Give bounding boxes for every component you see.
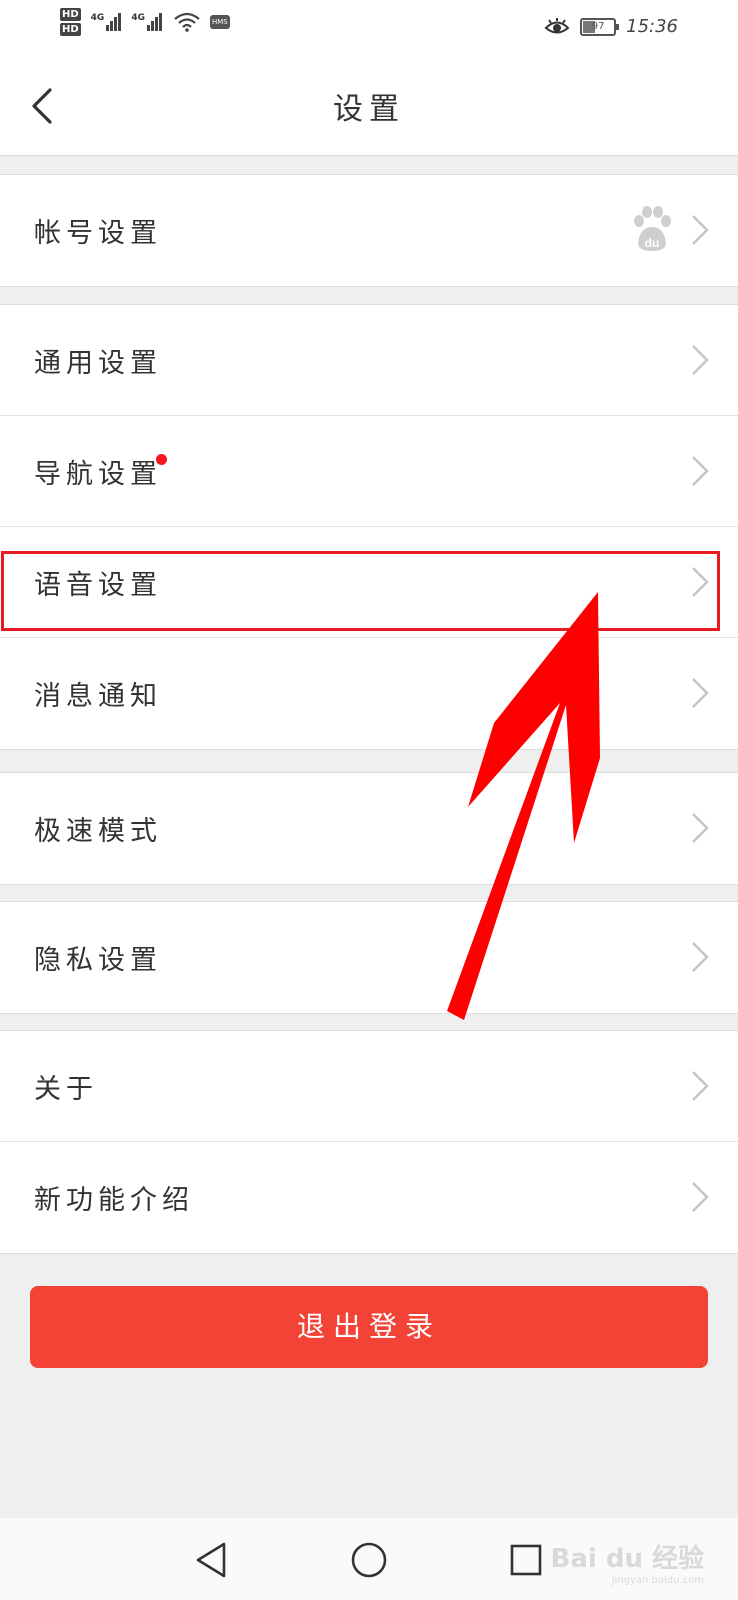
chevron-right-icon bbox=[692, 678, 709, 708]
signal1-icon: 4G bbox=[91, 13, 122, 31]
chevron-right-icon bbox=[692, 942, 709, 972]
chevron-right-icon bbox=[692, 813, 709, 843]
chevron-right-icon bbox=[692, 567, 709, 597]
signal2-icon: 4G bbox=[131, 13, 162, 31]
settings-row-about[interactable]: 关于 bbox=[0, 1031, 738, 1142]
row-label: 语音设置 bbox=[34, 570, 162, 601]
settings-row-messages[interactable]: 消息通知 bbox=[0, 638, 738, 749]
settings-row-speed-mode[interactable]: 极速模式 bbox=[0, 773, 738, 884]
row-label: 关于 bbox=[34, 1074, 98, 1105]
status-bar: HD HD 4G 4G HMS 97 15:36 bbox=[0, 0, 738, 56]
row-label: 帐号设置 bbox=[34, 218, 162, 249]
settings-group-about: 关于 新功能介绍 bbox=[0, 1030, 738, 1254]
row-label: 通用设置 bbox=[34, 348, 162, 379]
svg-text:du: du bbox=[645, 236, 660, 250]
settings-group-account: 帐号设置 du bbox=[0, 174, 738, 287]
hd1-badge: HD bbox=[60, 8, 81, 21]
watermark-main: Bai du 经验 bbox=[550, 1544, 705, 1574]
baidu-watermark: Bai du 经验 jingyan.baidu.com bbox=[551, 1538, 705, 1586]
settings-row-navigation[interactable]: 导航设置 bbox=[0, 416, 738, 527]
settings-row-account[interactable]: 帐号设置 du bbox=[0, 175, 738, 286]
row-label: 新功能介绍 bbox=[34, 1185, 194, 1216]
eye-comfort-icon bbox=[544, 17, 570, 33]
battery-icon: 97 bbox=[580, 17, 620, 36]
watermark-sub: jingyan.baidu.com bbox=[611, 1575, 704, 1586]
chevron-right-icon bbox=[692, 345, 709, 375]
row-label: 隐私设置 bbox=[34, 945, 162, 976]
baidu-paw-icon: du bbox=[634, 206, 671, 251]
settings-row-new-features[interactable]: 新功能介绍 bbox=[0, 1142, 738, 1253]
settings-group-general: 通用设置 导航设置 语音设置 消息通知 bbox=[0, 304, 738, 750]
battery-level: 97 bbox=[591, 20, 605, 32]
red-dot-badge bbox=[156, 454, 167, 465]
row-label: 导航设置 bbox=[34, 459, 162, 490]
settings-row-voice[interactable]: 语音设置 bbox=[0, 527, 738, 638]
settings-screen: HD HD 4G 4G HMS 97 15:36 设置 帐号设置 du 通用设置… bbox=[0, 0, 738, 1600]
hms-icon: HMS bbox=[209, 15, 230, 29]
hd-indicators: HD HD bbox=[60, 8, 81, 36]
status-time: 15:36 bbox=[626, 16, 678, 37]
nav-bar: 设置 bbox=[0, 56, 738, 156]
wifi-icon bbox=[174, 12, 200, 32]
settings-group-speed: 极速模式 bbox=[0, 772, 738, 885]
settings-group-privacy: 隐私设置 bbox=[0, 901, 738, 1014]
settings-row-privacy[interactable]: 隐私设置 bbox=[0, 902, 738, 1013]
page-title: 设置 bbox=[333, 92, 405, 127]
row-label: 极速模式 bbox=[34, 816, 162, 847]
system-nav-bar: Bai du 经验 jingyan.baidu.com bbox=[0, 1518, 738, 1600]
net1-label: 4G bbox=[90, 13, 105, 23]
status-left: HD HD 4G 4G HMS bbox=[60, 8, 230, 36]
chevron-right-icon bbox=[692, 215, 709, 245]
hd2-badge: HD bbox=[60, 23, 81, 36]
logout-button[interactable]: 退出登录 bbox=[30, 1286, 708, 1368]
row-label: 消息通知 bbox=[34, 681, 162, 712]
chevron-right-icon bbox=[692, 1071, 709, 1101]
net2-label: 4G bbox=[131, 13, 145, 23]
chevron-right-icon bbox=[692, 1182, 709, 1212]
recents-square-icon[interactable] bbox=[504, 1538, 548, 1582]
back-triangle-icon[interactable] bbox=[190, 1538, 234, 1582]
settings-row-general[interactable]: 通用设置 bbox=[0, 305, 738, 416]
home-circle-icon[interactable] bbox=[347, 1538, 391, 1582]
status-right: 97 15:36 bbox=[544, 16, 678, 37]
chevron-right-icon bbox=[692, 456, 709, 486]
